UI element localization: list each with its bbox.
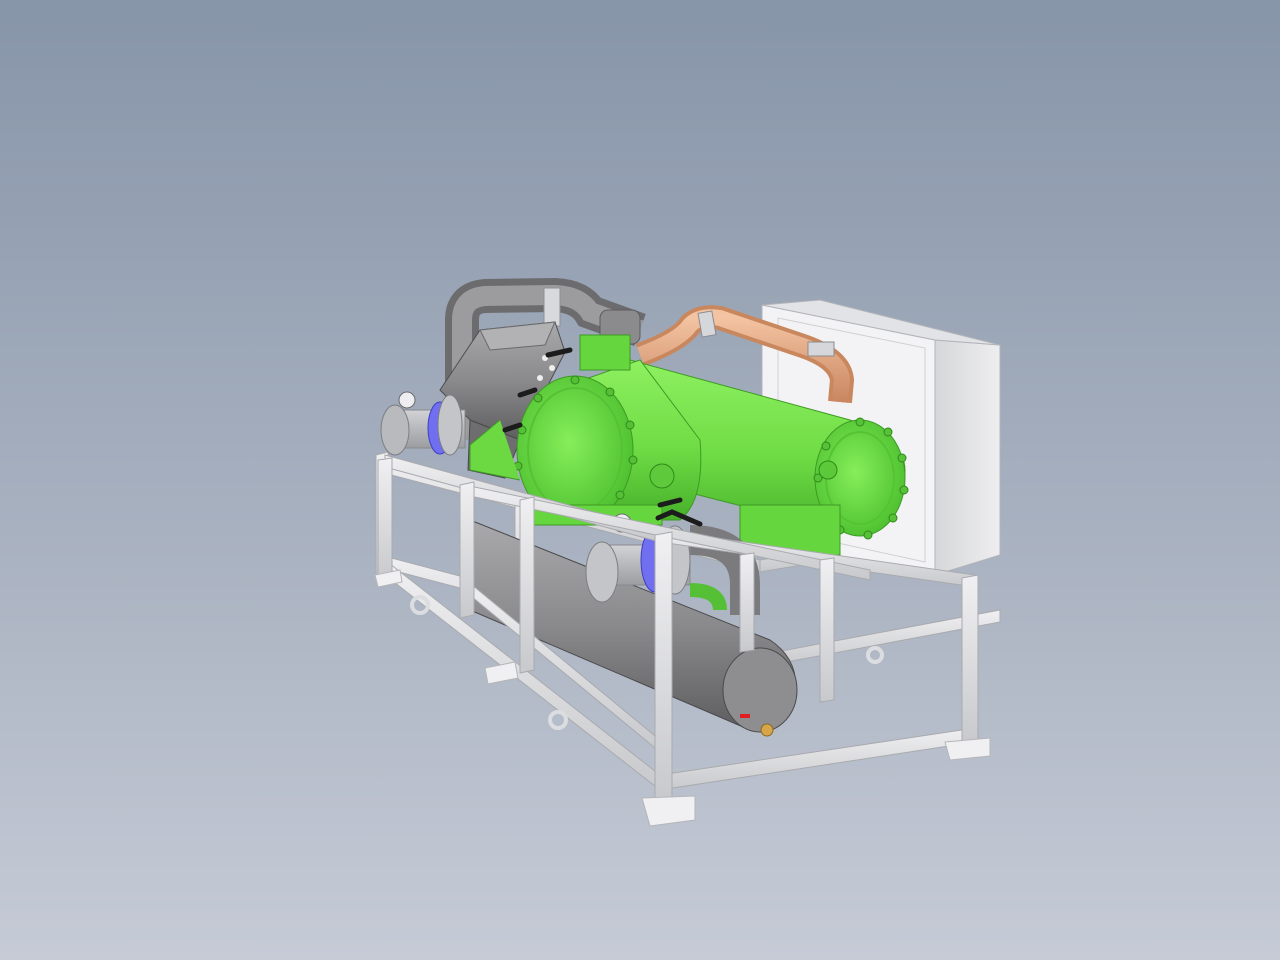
3d-viewport[interactable] [0, 0, 1280, 960]
chiller-unit-model[interactable] [0, 0, 1280, 960]
water-inlet-flanges [380, 391, 466, 456]
